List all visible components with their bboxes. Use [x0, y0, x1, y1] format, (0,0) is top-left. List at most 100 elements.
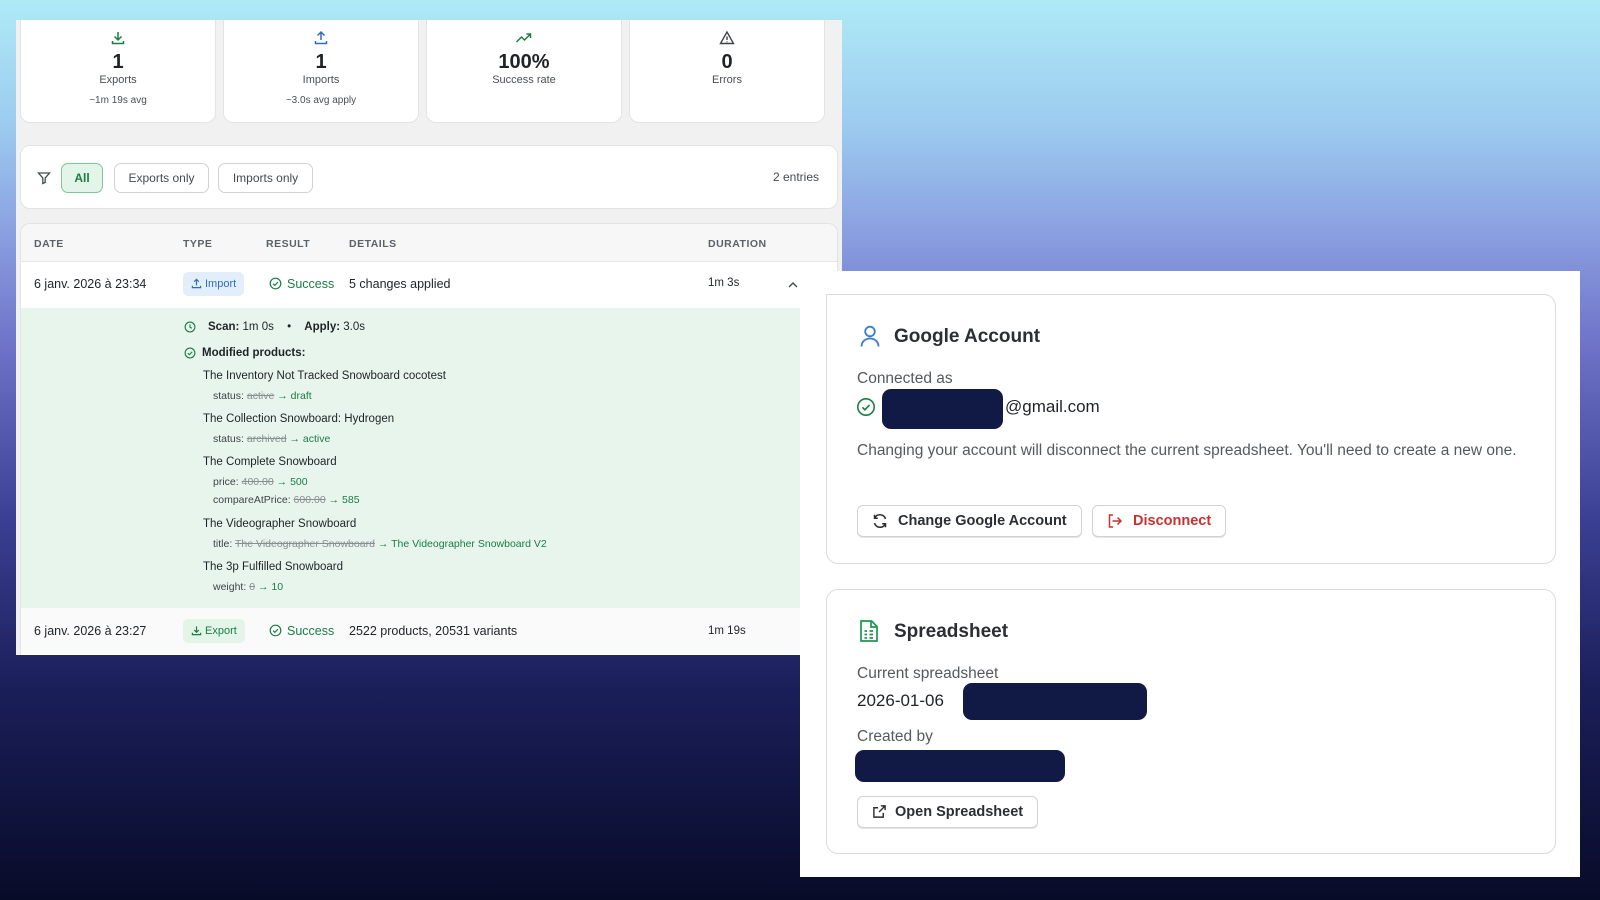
stats-row: 1 Exports ~1m 19s avg 1 Imports ~3.0s av… [20, 20, 838, 123]
warning-icon [719, 30, 735, 45]
result-status: Success [269, 624, 334, 638]
modified-products-label: Modified products: [202, 347, 306, 359]
filter-bar: All Exports only Imports only 2 entries [20, 145, 838, 209]
type-label: Import [205, 278, 237, 290]
product-change: compareAtPrice: 600.00 → 585 [213, 494, 360, 506]
filter-imports-only-button[interactable]: Imports only [218, 163, 313, 193]
redacted-creator [855, 750, 1065, 782]
scan-label: Scan: [208, 321, 240, 333]
row-date: 6 janv. 2026 à 23:27 [34, 624, 147, 638]
change-google-account-button[interactable]: Change Google Account [857, 505, 1082, 537]
spreadsheet-card: Spreadsheet Current spreadsheet 2026-01-… [826, 589, 1556, 854]
column-header-type: TYPE [183, 238, 213, 250]
column-header-result: RESULT [266, 238, 311, 250]
product-change: weight: 0 → 10 [213, 581, 284, 593]
check-circle-icon [184, 347, 196, 359]
disconnect-label: Disconnect [1133, 513, 1212, 529]
product-name: The Videographer Snowboard [203, 518, 357, 530]
type-label: Export [205, 625, 237, 637]
row-expanded-details: Scan: 1m 0s • Apply: 3.0s Modified produ… [21, 308, 837, 608]
upload-icon [191, 278, 202, 289]
column-header-date: DATE [34, 238, 64, 250]
change-account-label: Change Google Account [898, 513, 1067, 529]
scan-value: 1m 0s [242, 321, 274, 333]
created-by-label: Created by [857, 728, 933, 745]
type-badge-import: Import [183, 272, 245, 296]
product-change: price: 400.00 → 500 [213, 476, 308, 488]
stat-card-success-rate: 100% Success rate [426, 20, 622, 123]
stat-label: Success rate [492, 74, 556, 86]
stat-label: Errors [712, 74, 742, 86]
table-header: DATE TYPE RESULT DETAILS DURATION [21, 224, 837, 262]
sync-history-panel: 1 Exports ~1m 19s avg 1 Imports ~3.0s av… [16, 20, 842, 655]
product-change: status: archived → active [213, 433, 331, 445]
filter-icon [37, 172, 51, 185]
trending-up-icon [515, 33, 532, 43]
google-account-title: Google Account [894, 326, 1041, 347]
stat-value: 1 [315, 51, 327, 73]
download-icon [111, 32, 125, 45]
redacted-spreadsheet-name [963, 683, 1147, 720]
open-spreadsheet-button[interactable]: Open Spreadsheet [857, 796, 1039, 828]
apply-label: Apply: [304, 321, 341, 333]
row-date: 6 janv. 2026 à 23:34 [34, 277, 147, 291]
chevron-up-icon[interactable] [787, 280, 799, 290]
column-header-details: DETAILS [349, 238, 397, 250]
filter-all-button[interactable]: All [61, 163, 103, 193]
spreadsheet-name-prefix: 2026-01-06 [857, 691, 944, 710]
type-badge-export: Export [183, 619, 245, 643]
row-duration: 1m 19s [708, 625, 746, 637]
logout-icon [1108, 514, 1123, 528]
product-change: title: The Videographer Snowboard → The … [213, 538, 547, 550]
redacted-email [882, 389, 1003, 429]
entries-count: 2 entries [772, 170, 819, 184]
settings-panel: Google Account Connected as @gmail.com C… [800, 271, 1580, 877]
spreadsheet-title: Spreadsheet [894, 621, 1009, 642]
open-spreadsheet-label: Open Spreadsheet [895, 804, 1024, 820]
result-status: Success [269, 277, 334, 291]
clock-icon [184, 321, 196, 333]
stat-card-errors: 0 Errors [629, 20, 825, 123]
stat-value: 1 [112, 51, 124, 73]
stat-value: 0 [721, 51, 733, 73]
stat-value: 100% [498, 51, 550, 73]
spreadsheet-icon [860, 620, 878, 642]
external-link-icon [873, 805, 886, 818]
result-label: Success [287, 624, 335, 638]
current-spreadsheet-label: Current spreadsheet [857, 665, 999, 682]
check-circle-icon [857, 398, 875, 416]
product-name: The Collection Snowboard: Hydrogen [203, 413, 395, 425]
product-name: The Inventory Not Tracked Snowboard coco… [203, 370, 446, 382]
refresh-icon [873, 514, 887, 528]
stat-card-imports: 1 Imports ~3.0s avg apply [223, 20, 419, 123]
download-icon [191, 626, 202, 636]
connected-as-label: Connected as [857, 370, 953, 387]
row-duration: 1m 3s [708, 277, 740, 289]
upload-icon [314, 30, 328, 45]
user-icon [860, 325, 880, 347]
email-suffix: @gmail.com [1005, 397, 1100, 416]
check-circle-icon [269, 624, 282, 637]
disconnect-button[interactable]: Disconnect [1092, 505, 1227, 537]
filter-exports-only-button[interactable]: Exports only [114, 163, 209, 193]
product-name: The Complete Snowboard [203, 456, 337, 468]
row-details: 5 changes applied [349, 277, 451, 291]
product-name: The 3p Fulfilled Snowboard [203, 561, 343, 573]
stat-label: Exports [99, 74, 137, 86]
stat-label: Imports [302, 74, 340, 86]
column-header-duration: DURATION [708, 238, 767, 250]
timing-summary: Scan: 1m 0s • Apply: 3.0s [208, 321, 366, 333]
stat-sub: ~3.0s avg apply [285, 95, 357, 106]
table-row[interactable]: 6 janv. 2026 à 23:27 Export Success 2522… [21, 608, 837, 654]
product-change: status: active → draft [213, 390, 312, 402]
stat-sub: ~1m 19s avg [89, 95, 147, 106]
stat-card-exports: 1 Exports ~1m 19s avg [20, 20, 216, 123]
history-table: DATE TYPE RESULT DETAILS DURATION 6 janv… [20, 223, 838, 655]
change-account-warning: Changing your account will disconnect th… [857, 442, 1517, 459]
table-row[interactable]: 6 janv. 2026 à 23:34 Import Success 5 ch… [21, 262, 837, 308]
check-circle-icon [269, 277, 282, 290]
result-label: Success [287, 277, 335, 291]
apply-value: 3.0s [343, 321, 366, 333]
row-details: 2522 products, 20531 variants [349, 624, 518, 638]
google-account-card: Google Account Connected as @gmail.com C… [826, 294, 1556, 564]
